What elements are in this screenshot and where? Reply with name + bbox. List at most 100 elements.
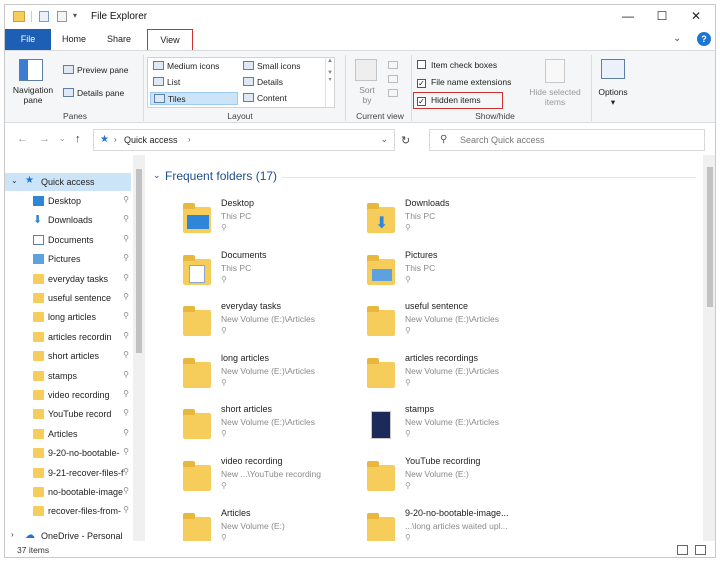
hidden-items-option[interactable]: ✓ Hidden items <box>417 95 481 106</box>
search-input[interactable]: ⚲ Search Quick access <box>429 129 705 151</box>
tab-view[interactable]: View <box>147 29 193 50</box>
sidebar-item[interactable]: articles recordin ⚲ <box>5 328 131 346</box>
sidebar-item[interactable]: Desktop ⚲ <box>5 192 131 210</box>
sidebar-item[interactable]: Articles ⚲ <box>5 425 131 443</box>
customize-toolbar-icon[interactable]: ▾ <box>73 11 83 22</box>
sidebar-item-quick-access[interactable]: ⌄ ★ Quick access <box>5 173 131 191</box>
sort-by-button[interactable]: Sort by <box>355 85 379 105</box>
folder-location: This PC <box>405 262 436 273</box>
sidebar-item[interactable]: long articles ⚲ <box>5 308 131 326</box>
new-folder-icon[interactable] <box>57 11 67 22</box>
size-columns-icon[interactable] <box>388 89 398 97</box>
sidebar-item[interactable]: no-bootable-image ⚲ <box>5 483 131 501</box>
navigation-scroll-thumb[interactable] <box>136 169 142 353</box>
folder-tile[interactable]: stamps New Volume (E:)\Articles ⚲ <box>367 403 547 451</box>
minimize-button[interactable]: — <box>609 5 647 27</box>
recent-locations-icon[interactable]: ⌄ <box>59 134 66 143</box>
hidden-items-checkbox[interactable]: ✓ <box>417 97 426 106</box>
folder-tile[interactable]: ⬇ Downloads This PC ⚲ <box>367 197 547 245</box>
folder-tile[interactable]: 9-20-no-bootable-image... ...\long articl… <box>367 507 547 541</box>
folder-tile[interactable]: long articles New Volume (E:)\Articles ⚲ <box>183 352 363 400</box>
address-dropdown-icon[interactable]: ⌄ <box>380 134 388 145</box>
pin-icon: ⚲ <box>123 214 129 224</box>
close-button[interactable]: ✕ <box>677 5 715 27</box>
frequent-folders-header[interactable]: Frequent folders (17) <box>165 169 277 183</box>
pin-icon: ⚲ <box>221 481 227 490</box>
folder-tile[interactable]: Articles New Volume (E:) ⚲ <box>183 507 363 541</box>
sidebar-item[interactable]: video recording ⚲ <box>5 386 131 404</box>
folder-icon <box>33 351 44 362</box>
layout-list[interactable]: List <box>150 76 238 89</box>
sidebar-item[interactable]: short articles ⚲ <box>5 347 131 365</box>
group-by-icon[interactable] <box>388 61 398 69</box>
navigation-scrollbar[interactable] <box>133 155 145 541</box>
tab-home[interactable]: Home <box>57 29 91 50</box>
folder-icon: ⬇ <box>367 203 397 235</box>
details-view-icon[interactable] <box>677 545 688 555</box>
sidebar-item-onedrive[interactable]: › ☁ OneDrive - Personal <box>5 527 145 541</box>
large-icons-view-icon[interactable] <box>695 545 706 555</box>
up-icon[interactable]: ↑ <box>75 133 81 145</box>
tab-file[interactable]: File <box>5 29 51 50</box>
hide-selected-items-button[interactable]: Hide selected items <box>525 87 585 107</box>
sidebar-item[interactable]: useful sentence ⚲ <box>5 289 131 307</box>
layout-tiles[interactable]: Tiles <box>150 92 238 105</box>
layout-scroll[interactable]: ▲ ▼ ▾ <box>325 58 334 107</box>
item-check-boxes-option[interactable]: Item check boxes <box>417 60 497 70</box>
layout-content[interactable]: Content <box>240 92 324 105</box>
folder-location: New Volume (E:)\Articles <box>405 417 499 428</box>
sidebar-item[interactable]: recover-files-from- ⚲ <box>5 502 131 520</box>
folder-tile[interactable]: Documents This PC ⚲ <box>183 249 363 297</box>
tab-share[interactable]: Share <box>101 29 137 50</box>
folder-tile[interactable]: useful sentence New Volume (E:)\Articles ⚲ <box>367 300 547 348</box>
breadcrumb-chevron-icon[interactable]: › <box>188 135 191 144</box>
add-columns-icon[interactable] <box>388 75 398 83</box>
forward-icon[interactable]: → <box>39 133 50 145</box>
sidebar-item-label: short articles <box>48 351 100 362</box>
address-bar[interactable]: ★ › Quick access › ⌄ <box>93 129 395 151</box>
folder-tile[interactable]: articles recordings New Volume (E:)\Artic… <box>367 352 547 400</box>
sidebar-item[interactable]: ⬇ Downloads ⚲ <box>5 211 131 229</box>
layout-small-icons[interactable]: Small icons <box>240 60 324 73</box>
chevron-down-icon[interactable]: ⌄ <box>11 176 18 185</box>
sidebar-item[interactable]: stamps ⚲ <box>5 367 131 385</box>
sidebar-item[interactable]: Pictures ⚲ <box>5 250 131 268</box>
properties-icon[interactable] <box>39 11 49 22</box>
layout-details[interactable]: Details <box>240 76 324 89</box>
back-icon[interactable]: ← <box>17 133 28 145</box>
folder-tile[interactable]: YouTube recording New Volume (E:) ⚲ <box>367 455 547 503</box>
help-icon[interactable]: ? <box>697 32 711 46</box>
options-button[interactable]: Options ▾ <box>593 87 633 108</box>
folder-name: Pictures <box>405 249 438 260</box>
item-check-boxes-checkbox[interactable] <box>417 60 426 69</box>
pin-icon: ⚲ <box>405 326 411 336</box>
content-scrollbar[interactable] <box>703 155 715 541</box>
sidebar-item[interactable]: 9-21-recover-files-f ⚲ <box>5 464 131 482</box>
layout-medium-icons[interactable]: Medium icons <box>150 60 238 73</box>
content-scroll-thumb[interactable] <box>707 167 713 307</box>
quick-access-label: Quick access <box>41 177 95 187</box>
breadcrumb-quick-access[interactable]: Quick access <box>124 135 178 145</box>
preview-pane-button[interactable]: Preview pane <box>63 65 129 75</box>
chevron-down-icon[interactable]: ⌄ <box>153 170 161 181</box>
folder-tile[interactable]: video recording New ...\YouTube recording… <box>183 455 363 503</box>
sidebar-item[interactable]: Documents ⚲ <box>5 231 131 249</box>
chevron-right-icon[interactable]: › <box>11 530 14 539</box>
details-pane-button[interactable]: Details pane <box>63 88 124 98</box>
folder-tile[interactable]: Desktop This PC ⚲ <box>183 197 363 245</box>
file-name-extensions-option[interactable]: ✓ File name extensions <box>417 77 511 88</box>
expand-ribbon-icon[interactable]: ⌄ <box>673 33 681 44</box>
ribbon: Navigation pane Preview pane Details pan… <box>5 50 715 123</box>
navigation-pane-button[interactable]: Navigation pane <box>11 85 55 105</box>
refresh-icon[interactable]: ↻ <box>401 134 410 147</box>
navigation-pane-icon <box>19 59 43 81</box>
sidebar-item[interactable]: YouTube record ⚲ <box>5 405 131 423</box>
maximize-button[interactable]: ☐ <box>643 5 681 27</box>
folder-tile[interactable]: everyday tasks New Volume (E:)\Articles ⚲ <box>183 300 363 348</box>
file-name-extensions-checkbox[interactable]: ✓ <box>417 79 426 88</box>
folder-tile[interactable]: short articles New Volume (E:)\Articles ⚲ <box>183 403 363 451</box>
sidebar-item[interactable]: 9-20-no-bootable- ⚲ <box>5 444 131 462</box>
sidebar-item[interactable]: everyday tasks ⚲ <box>5 270 131 288</box>
folder-icon <box>183 461 213 493</box>
folder-tile[interactable]: Pictures This PC ⚲ <box>367 249 547 297</box>
